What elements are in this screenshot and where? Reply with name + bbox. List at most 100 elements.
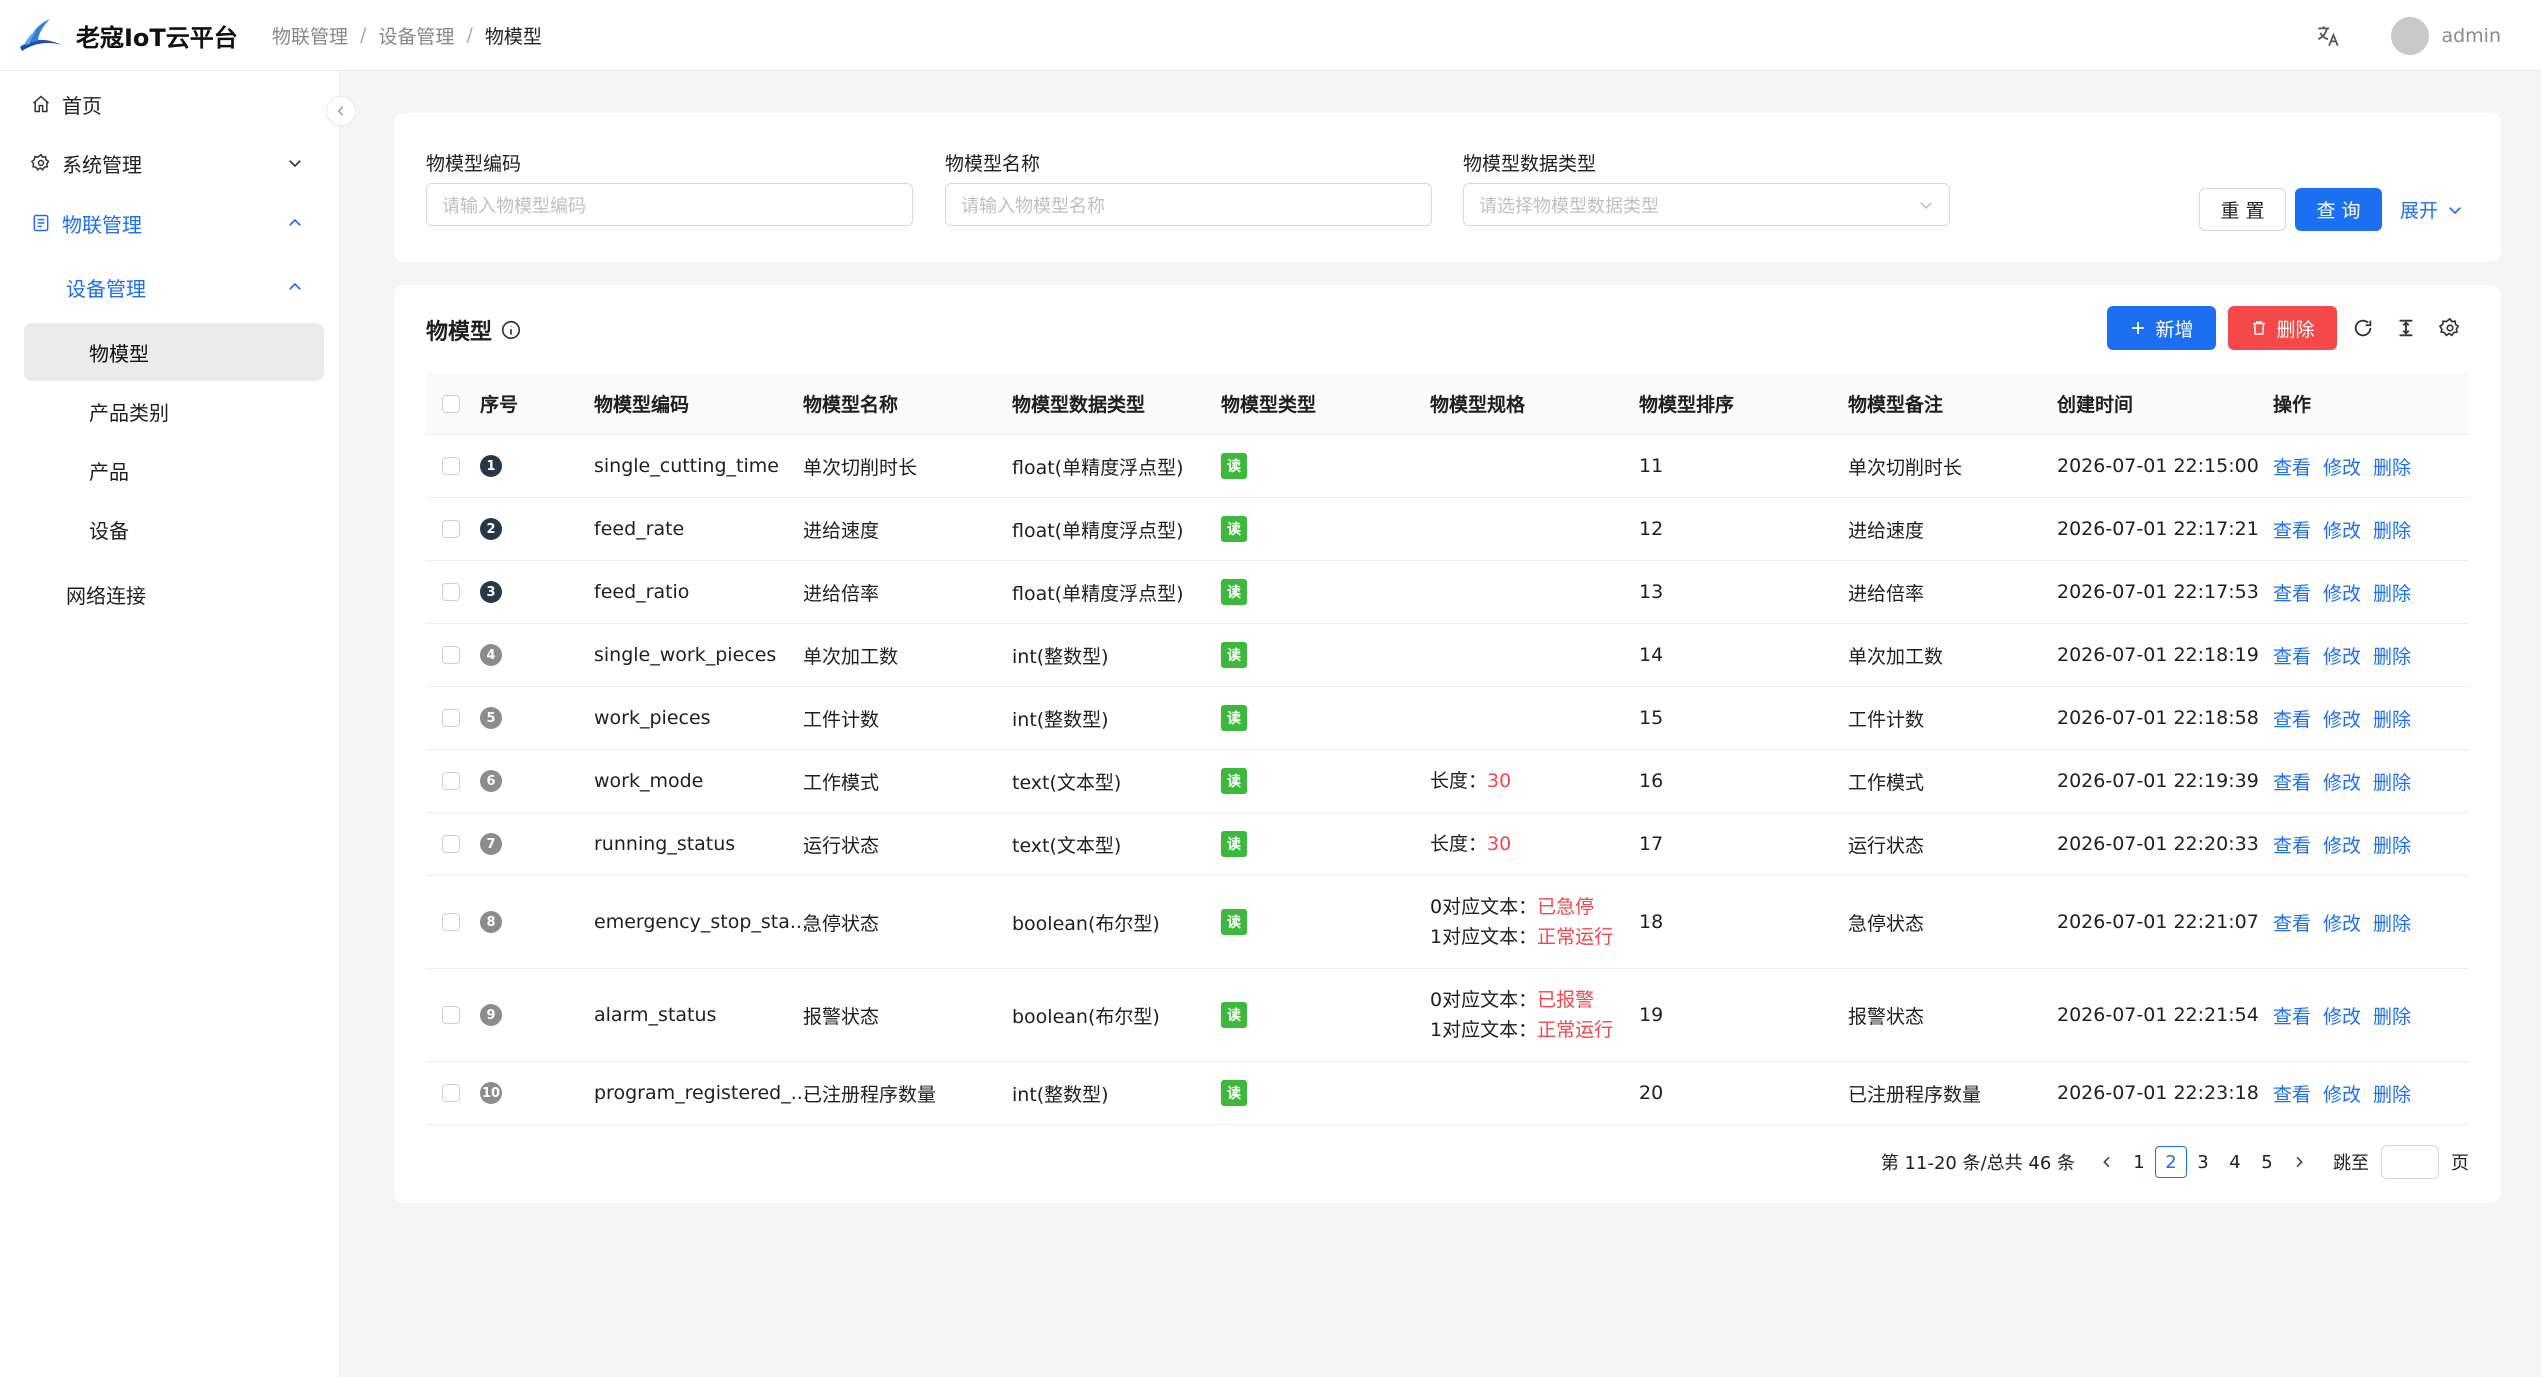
sidebar-collapse-button[interactable] bbox=[326, 96, 356, 126]
delete-link[interactable]: 删除 bbox=[2373, 642, 2411, 669]
created-time-cell: 2026-07-01 22:19:39 bbox=[2057, 770, 2259, 792]
sort-cell: 17 bbox=[1639, 833, 1664, 855]
delete-link[interactable]: 删除 bbox=[2373, 453, 2411, 480]
name-cell: 进给倍率 bbox=[803, 582, 880, 605]
view-link[interactable]: 查看 bbox=[2273, 516, 2311, 543]
sidebar-item-device[interactable]: 设备 bbox=[0, 500, 340, 558]
sidebar-item-thing-model[interactable]: 物模型 bbox=[24, 323, 324, 381]
view-link[interactable]: 查看 bbox=[2273, 705, 2311, 732]
query-button[interactable]: 查 询 bbox=[2295, 188, 2382, 231]
page-item[interactable]: 5 bbox=[2251, 1146, 2283, 1178]
data-type-cell: float(单精度浮点型) bbox=[1012, 582, 1184, 605]
prev-page-icon[interactable] bbox=[2091, 1146, 2123, 1178]
input-placeholder: 请输入物模型编码 bbox=[442, 195, 586, 217]
index-badge: 1 bbox=[480, 455, 502, 477]
view-link[interactable]: 查看 bbox=[2273, 579, 2311, 606]
next-page-icon[interactable] bbox=[2283, 1146, 2315, 1178]
column-height-icon[interactable] bbox=[2395, 317, 2417, 339]
column-header: 物模型排序 bbox=[1639, 373, 1734, 434]
page-item-current[interactable]: 2 bbox=[2155, 1146, 2187, 1178]
code-cell: feed_rate bbox=[594, 518, 685, 540]
page-item[interactable]: 1 bbox=[2123, 1146, 2155, 1178]
edit-link[interactable]: 修改 bbox=[2323, 831, 2361, 858]
sidebar-item-product-category[interactable]: 产品类别 bbox=[0, 382, 340, 440]
goto-page-input[interactable] bbox=[2381, 1145, 2439, 1179]
sidebar-item-product[interactable]: 产品 bbox=[0, 441, 340, 499]
edit-link[interactable]: 修改 bbox=[2323, 642, 2361, 669]
info-icon[interactable] bbox=[500, 319, 522, 341]
sidebar-item-iot[interactable]: 物联管理 bbox=[0, 194, 340, 252]
avatar[interactable] bbox=[2391, 16, 2430, 55]
view-link[interactable]: 查看 bbox=[2273, 642, 2311, 669]
delete-link[interactable]: 删除 bbox=[2373, 831, 2411, 858]
sidebar-item-device-management[interactable]: 设备管理 bbox=[0, 258, 340, 316]
delete-link[interactable]: 删除 bbox=[2373, 516, 2411, 543]
spec-label: 长度： bbox=[1430, 833, 1488, 855]
breadcrumb-current: 物模型 bbox=[484, 25, 542, 48]
row-checkbox[interactable] bbox=[442, 583, 460, 601]
breadcrumb-item[interactable]: 物联管理 bbox=[272, 22, 348, 49]
translate-icon[interactable] bbox=[2315, 23, 2341, 49]
row-checkbox[interactable] bbox=[442, 772, 460, 790]
view-link[interactable]: 查看 bbox=[2273, 453, 2311, 480]
view-link[interactable]: 查看 bbox=[2273, 831, 2311, 858]
edit-link[interactable]: 修改 bbox=[2323, 1002, 2361, 1029]
ops-cell: 查看 修改 删除 bbox=[2273, 687, 2423, 749]
delete-link[interactable]: 删除 bbox=[2373, 1002, 2411, 1029]
name-input[interactable]: 请输入物模型名称 bbox=[945, 183, 1432, 226]
index-badge: 6 bbox=[480, 770, 502, 792]
edit-link[interactable]: 修改 bbox=[2323, 909, 2361, 936]
page-item[interactable]: 4 bbox=[2219, 1146, 2251, 1178]
view-link[interactable]: 查看 bbox=[2273, 768, 2311, 795]
view-link[interactable]: 查看 bbox=[2273, 1080, 2311, 1107]
code-input[interactable]: 请输入物模型编码 bbox=[426, 183, 913, 226]
row-checkbox[interactable] bbox=[442, 709, 460, 727]
name-cell: 报警状态 bbox=[803, 1005, 880, 1028]
edit-link[interactable]: 修改 bbox=[2323, 768, 2361, 795]
expand-button[interactable]: 展开 bbox=[2400, 188, 2480, 231]
setting-icon[interactable] bbox=[2439, 317, 2461, 339]
delete-link[interactable]: 删除 bbox=[2373, 768, 2411, 795]
username[interactable]: admin bbox=[2441, 25, 2501, 47]
delete-button[interactable]: 删除 bbox=[2228, 306, 2337, 350]
row-checkbox[interactable] bbox=[442, 520, 460, 538]
sidebar-item-label: 产品 bbox=[89, 459, 129, 484]
column-header: 物模型数据类型 bbox=[1012, 373, 1145, 434]
row-select-cell bbox=[442, 687, 460, 749]
code-cell: work_mode bbox=[594, 770, 704, 792]
page-item[interactable]: 3 bbox=[2187, 1146, 2219, 1178]
breadcrumb-separator: / bbox=[466, 24, 473, 46]
spec-line: 0对应文本：已急停 bbox=[1430, 892, 1613, 922]
row-checkbox[interactable] bbox=[442, 1084, 460, 1102]
delete-link[interactable]: 删除 bbox=[2373, 579, 2411, 606]
view-link[interactable]: 查看 bbox=[2273, 909, 2311, 936]
edit-link[interactable]: 修改 bbox=[2323, 453, 2361, 480]
view-link[interactable]: 查看 bbox=[2273, 1002, 2311, 1029]
edit-link[interactable]: 修改 bbox=[2323, 1080, 2361, 1107]
row-checkbox[interactable] bbox=[442, 457, 460, 475]
delete-label: 删除 bbox=[2276, 318, 2315, 341]
delete-link[interactable]: 删除 bbox=[2373, 705, 2411, 732]
sidebar-item-system[interactable]: 系统管理 bbox=[0, 134, 340, 192]
row-checkbox[interactable] bbox=[442, 913, 460, 931]
sidebar-item-network[interactable]: 网络连接 bbox=[0, 565, 340, 623]
edit-link[interactable]: 修改 bbox=[2323, 579, 2361, 606]
edit-link[interactable]: 修改 bbox=[2323, 705, 2361, 732]
row-checkbox[interactable] bbox=[442, 646, 460, 664]
created-time-cell: 2026-07-01 22:17:21 bbox=[2057, 518, 2259, 540]
data-type-select[interactable]: 请选择物模型数据类型 bbox=[1463, 183, 1950, 226]
delete-link[interactable]: 删除 bbox=[2373, 1080, 2411, 1107]
app-logo[interactable]: 老寇IoT云平台 bbox=[18, 17, 250, 53]
column-header: 物模型名称 bbox=[803, 373, 898, 434]
reset-button[interactable]: 重 置 bbox=[2199, 188, 2286, 231]
refresh-icon[interactable] bbox=[2352, 317, 2374, 339]
edit-link[interactable]: 修改 bbox=[2323, 516, 2361, 543]
sidebar-item-home[interactable]: 首页 bbox=[0, 75, 340, 133]
select-all-checkbox[interactable] bbox=[442, 394, 460, 413]
row-checkbox[interactable] bbox=[442, 1006, 460, 1024]
delete-link[interactable]: 删除 bbox=[2373, 909, 2411, 936]
index-cell: 9 bbox=[480, 969, 502, 1061]
add-button[interactable]: 新增 bbox=[2107, 306, 2216, 350]
breadcrumb-item[interactable]: 设备管理 bbox=[378, 22, 454, 49]
row-checkbox[interactable] bbox=[442, 835, 460, 853]
